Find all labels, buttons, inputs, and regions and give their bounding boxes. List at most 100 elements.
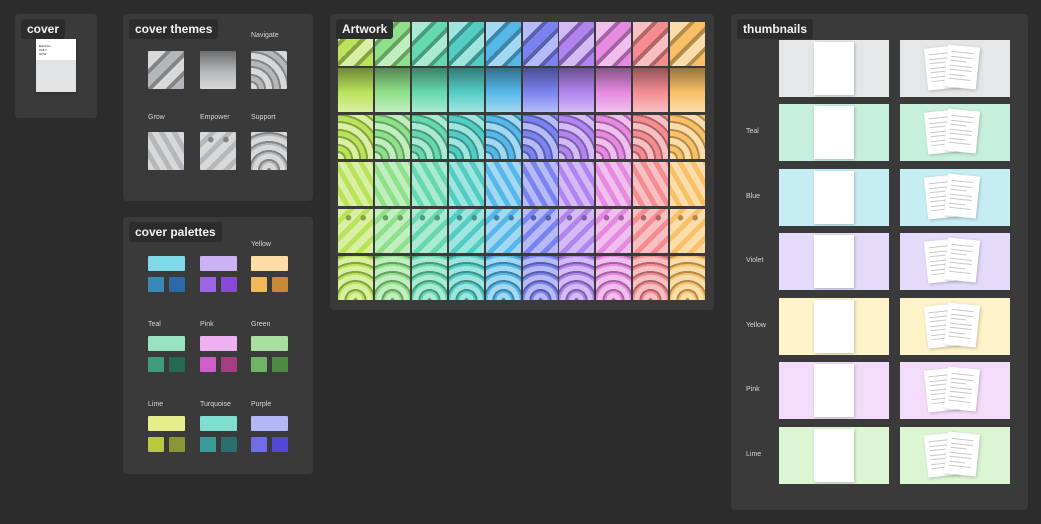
artwork-cell-streaks[interactable] (522, 68, 558, 112)
swatch-top-green[interactable] (251, 336, 288, 351)
artwork-cell-dots[interactable] (559, 209, 595, 253)
artwork-cell-arcs[interactable] (485, 256, 521, 300)
artwork-cell-streaks[interactable] (338, 68, 373, 112)
swatch-left-turquoise[interactable] (200, 437, 216, 452)
thumbnail-spread-yellow[interactable] (900, 298, 1010, 355)
artwork-cell-arcs[interactable] (559, 256, 595, 300)
artwork-cell-chevrons[interactable] (559, 162, 595, 206)
artwork-cell-chevrons[interactable] (374, 162, 410, 206)
swatch-right-palette-2[interactable] (221, 277, 237, 292)
artwork-cell-curves[interactable] (633, 115, 669, 159)
artwork-cell-stairs[interactable] (633, 22, 669, 66)
artwork-cell-chevrons[interactable] (596, 162, 632, 206)
cover-palettes-frame[interactable]: cover palettes Yellow Teal Pink Green Lime Tu… (123, 217, 313, 474)
artwork-cell-chevrons[interactable] (448, 162, 484, 206)
swatch-top-teal[interactable] (148, 336, 185, 351)
artwork-cell-stairs[interactable] (522, 22, 558, 66)
swatch-top-pink[interactable] (200, 336, 237, 351)
theme-tile-dots[interactable] (200, 132, 236, 170)
swatch-right-purple[interactable] (272, 437, 288, 452)
artwork-cell-arcs[interactable] (338, 256, 373, 300)
artwork-cell-streaks[interactable] (411, 68, 447, 112)
artwork-cell-stairs[interactable] (448, 22, 484, 66)
artwork-cell-arcs[interactable] (633, 256, 669, 300)
thumbnail-spread-pink[interactable] (900, 362, 1010, 419)
thumbnails-frame[interactable]: thumbnails Teal Blue Violet Yellow Pink Lime (731, 14, 1028, 510)
thumbnail-spread-default[interactable] (900, 40, 1010, 97)
theme-tile-chevrons[interactable] (148, 132, 184, 170)
artwork-cell-curves[interactable] (485, 115, 521, 159)
artwork-cell-curves[interactable] (596, 115, 632, 159)
swatch-left-purple[interactable] (251, 437, 267, 452)
artwork-cell-dots[interactable] (633, 209, 669, 253)
swatch-right-pink[interactable] (221, 357, 237, 372)
artwork-cell-chevrons[interactable] (485, 162, 521, 206)
artwork-cell-curves[interactable] (670, 115, 706, 159)
artwork-cell-arcs[interactable] (374, 256, 410, 300)
thumbnail-cover-violet[interactable] (779, 233, 889, 290)
swatch-left-pink[interactable] (200, 357, 216, 372)
artwork-cell-stairs[interactable] (411, 22, 447, 66)
theme-tile-stairs[interactable] (148, 51, 184, 89)
thumbnail-cover-default[interactable] (779, 40, 889, 97)
artwork-cell-dots[interactable] (338, 209, 373, 253)
artwork-cell-chevrons[interactable] (338, 162, 373, 206)
artwork-cell-arcs[interactable] (411, 256, 447, 300)
artwork-cell-arcs[interactable] (670, 256, 706, 300)
artwork-cell-curves[interactable] (522, 115, 558, 159)
artwork-cell-curves[interactable] (338, 115, 373, 159)
artwork-cell-stairs[interactable] (596, 22, 632, 66)
theme-tile-arcs[interactable] (251, 132, 287, 170)
artwork-cell-dots[interactable] (596, 209, 632, 253)
swatch-left-palette-1[interactable] (148, 277, 164, 292)
cover-document[interactable]: Build the ONLY HOW (36, 39, 76, 92)
thumbnail-cover-lime[interactable] (779, 427, 889, 484)
swatch-top-palette-1[interactable] (148, 256, 185, 271)
artwork-cell-stairs[interactable] (670, 22, 706, 66)
swatch-top-yellow[interactable] (251, 256, 288, 271)
swatch-right-lime[interactable] (169, 437, 185, 452)
artwork-cell-arcs[interactable] (448, 256, 484, 300)
cover-themes-frame[interactable]: cover themes Navigate Grow Empower Support (123, 14, 313, 201)
artwork-cell-streaks[interactable] (670, 68, 706, 112)
swatch-right-turquoise[interactable] (221, 437, 237, 452)
thumbnail-spread-blue[interactable] (900, 169, 1010, 226)
swatch-top-turquoise[interactable] (200, 416, 237, 431)
thumbnail-spread-violet[interactable] (900, 233, 1010, 290)
artwork-cell-chevrons[interactable] (522, 162, 558, 206)
artwork-cell-chevrons[interactable] (411, 162, 447, 206)
artwork-cell-curves[interactable] (374, 115, 410, 159)
artwork-cell-dots[interactable] (448, 209, 484, 253)
swatch-left-yellow[interactable] (251, 277, 267, 292)
artwork-cell-dots[interactable] (485, 209, 521, 253)
thumbnail-spread-teal[interactable] (900, 104, 1010, 161)
artwork-cell-curves[interactable] (411, 115, 447, 159)
artwork-cell-streaks[interactable] (448, 68, 484, 112)
theme-tile-curves[interactable] (251, 51, 287, 89)
artwork-cell-arcs[interactable] (522, 256, 558, 300)
artwork-cell-dots[interactable] (670, 209, 706, 253)
thumbnail-cover-pink[interactable] (779, 362, 889, 419)
artwork-cell-dots[interactable] (374, 209, 410, 253)
artwork-cell-arcs[interactable] (596, 256, 632, 300)
thumbnail-cover-blue[interactable] (779, 169, 889, 226)
thumbnail-spread-lime[interactable] (900, 427, 1010, 484)
swatch-top-purple[interactable] (251, 416, 288, 431)
thumbnail-cover-yellow[interactable] (779, 298, 889, 355)
artwork-cell-streaks[interactable] (374, 68, 410, 112)
swatch-right-teal[interactable] (169, 357, 185, 372)
theme-tile-streaks[interactable] (200, 51, 236, 89)
artwork-cell-streaks[interactable] (485, 68, 521, 112)
swatch-right-palette-1[interactable] (169, 277, 185, 292)
artwork-cell-streaks[interactable] (633, 68, 669, 112)
artwork-cell-curves[interactable] (559, 115, 595, 159)
thumbnail-cover-teal[interactable] (779, 104, 889, 161)
artwork-cell-chevrons[interactable] (670, 162, 706, 206)
artwork-cell-dots[interactable] (411, 209, 447, 253)
artwork-cell-stairs[interactable] (559, 22, 595, 66)
swatch-left-lime[interactable] (148, 437, 164, 452)
swatch-left-palette-2[interactable] (200, 277, 216, 292)
artwork-frame[interactable]: Artwork (330, 14, 714, 310)
artwork-cell-stairs[interactable] (485, 22, 521, 66)
artwork-cell-streaks[interactable] (596, 68, 632, 112)
